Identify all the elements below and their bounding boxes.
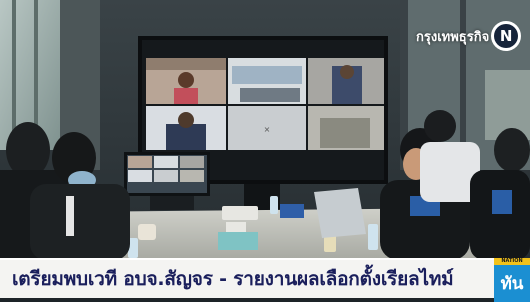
program-logo-title: ทัน [500,274,524,294]
svg-text:×: × [264,125,271,134]
person-right-edge [470,170,530,260]
program-logo-network: NATION [494,258,530,265]
news-ticker: เตรียมพบเวที อบจ.สัญจร - รายงานผลเลือกตั… [0,258,494,298]
nation-logo-icon: N [491,21,522,51]
ticker-headline: เตรียมพบเวที อบจ.สัญจร - รายงานผลเลือกตั… [12,268,454,290]
person-masked [30,184,130,260]
nation-logo-letter: N [494,24,519,48]
program-logo-icon: NATION ทัน [494,258,530,302]
channel-name: กรุงเทพธุรกิจ [416,29,490,45]
video-frame: × กรุงเทพธุรกิจ N เตรียมพบเวที อบจ.สัญจร… [0,0,530,302]
channel-bug: กรุงเทพธุรกิจ N [416,20,522,52]
